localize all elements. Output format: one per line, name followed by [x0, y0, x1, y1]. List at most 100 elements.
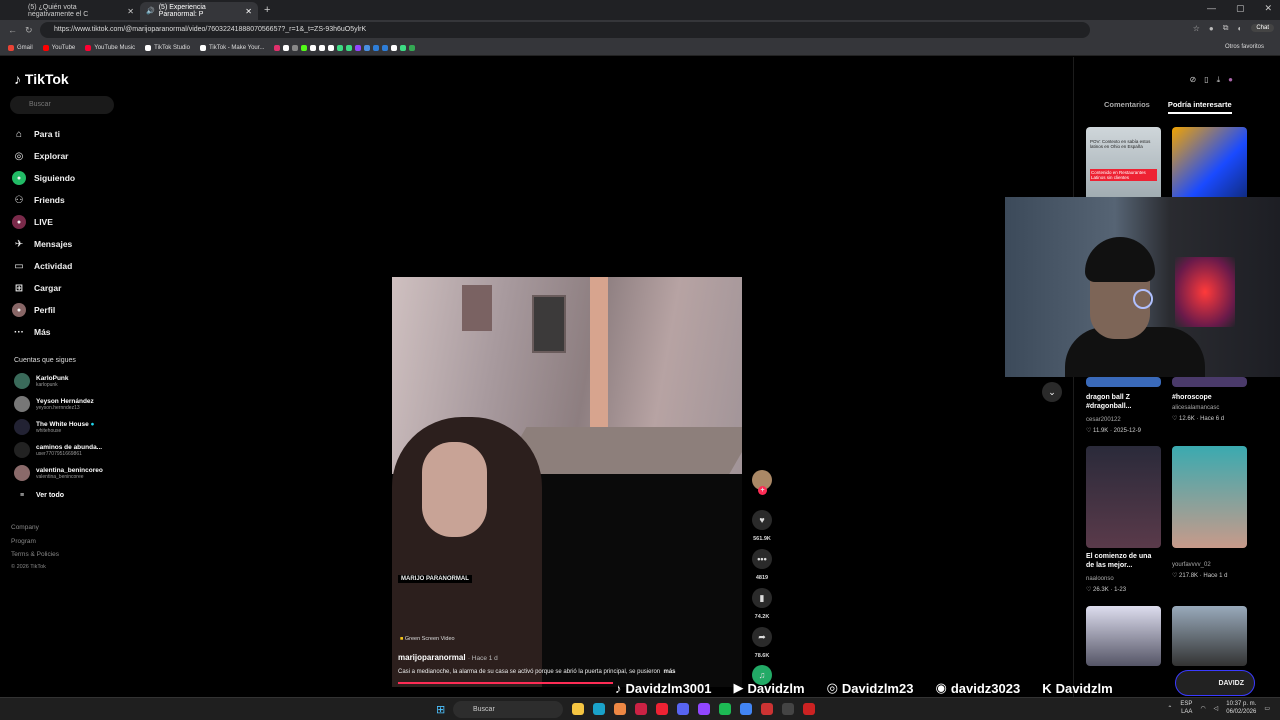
share-button[interactable]: ➦ 78.6K [749, 627, 775, 659]
recommended-thumbnail[interactable] [1172, 377, 1247, 387]
chevron-up-icon[interactable]: ⌃ [1167, 705, 1172, 712]
following-account[interactable]: KarloPunk karlopunk [14, 373, 69, 389]
social-tiktok: ♪ Davidzlm3001 [615, 680, 712, 696]
nav-mensajes[interactable]: ✈ Mensajes [12, 237, 72, 251]
card-user[interactable]: cesar200122 [1086, 417, 1121, 423]
video-progress-bar[interactable] [398, 682, 613, 684]
app-icon[interactable] [614, 703, 626, 715]
like-button[interactable]: ♥ 561.9K [749, 510, 775, 542]
tab-comentarios[interactable]: Comentarios [1104, 100, 1150, 114]
footer-terms[interactable]: Terms & Policies [11, 551, 59, 558]
nav-para-ti[interactable]: ⌂ Para ti [12, 127, 60, 141]
bookmark-tiktok[interactable]: TikTok - Make Your... [199, 44, 264, 51]
windows-start-icon[interactable]: ⊞ [436, 703, 445, 716]
wifi-icon[interactable]: ◠ [1200, 705, 1205, 712]
profile-icon[interactable]: ◐ [1237, 24, 1242, 33]
reload-icon[interactable]: ↻ [25, 25, 33, 36]
footer-company[interactable]: Company [11, 524, 39, 531]
avatar[interactable]: ● [1228, 75, 1233, 85]
app-icon[interactable] [761, 703, 773, 715]
app-icon[interactable] [635, 703, 647, 715]
compass-icon: ◎ [14, 150, 24, 162]
tiktok-app-icon[interactable] [656, 703, 668, 715]
follow-plus-icon[interactable]: + [758, 486, 767, 495]
footer-program[interactable]: Program [11, 538, 36, 545]
phone-icon[interactable]: ▯ [1204, 75, 1208, 85]
app-icon[interactable] [782, 703, 794, 715]
star-icon[interactable]: ☆ [1193, 24, 1200, 33]
recommended-thumbnail[interactable] [1172, 446, 1247, 548]
recommended-thumbnail[interactable] [1086, 606, 1161, 666]
card-user[interactable]: yourfavvvv_02 [1172, 562, 1211, 568]
following-account[interactable]: valentina_benincoreo valentina_benincoree [14, 465, 103, 481]
browser-tab[interactable]: (5) ¿Quién vota negativamente el C ✕ [22, 2, 140, 20]
volume-icon[interactable]: ◁ [1214, 705, 1219, 712]
url-input[interactable]: https://www.tiktok.com/@marijoparanormal… [40, 22, 1090, 38]
chrome-icon[interactable] [740, 703, 752, 715]
nav-friends[interactable]: ⚇ Friends [12, 193, 65, 207]
close-icon[interactable]: ✕ [127, 7, 134, 16]
bookmark-youtube[interactable]: YouTube [42, 44, 75, 51]
following-account[interactable]: caminos de abunda... user7707951669861 [14, 442, 102, 458]
extension-icon[interactable]: ● [1209, 24, 1214, 33]
bookmark-icons[interactable] [274, 44, 416, 51]
nav-actividad[interactable]: ▭ Actividad [12, 259, 72, 273]
author-avatar[interactable]: + [749, 470, 775, 496]
puzzle-icon[interactable]: ⧉ [1223, 23, 1229, 33]
nav-perfil[interactable]: ● Perfil [12, 303, 55, 317]
embed-icon[interactable]: ⊘ [1190, 75, 1197, 85]
video-author[interactable]: marijoparanormal · Hace 1 d [398, 653, 498, 662]
card-title[interactable]: dragon ball Z #dragonball... [1086, 393, 1161, 411]
bookmark-youtube-music[interactable]: YouTube Music [85, 44, 135, 51]
tiktok-logo[interactable]: ♪ TikTok [14, 71, 69, 87]
file-explorer-icon[interactable] [572, 703, 584, 715]
save-button[interactable]: ▮ 74.2K [749, 588, 775, 620]
nav-mas[interactable]: ··· Más [12, 325, 51, 339]
video-picture [462, 285, 492, 331]
card-title[interactable]: El comienzo de una de las mejor... [1086, 552, 1161, 570]
search-input[interactable]: Buscar [10, 96, 114, 114]
see-all-link[interactable]: ≡ Ver todo [14, 492, 64, 499]
recommended-thumbnail[interactable] [1172, 606, 1247, 666]
close-icon[interactable]: ✕ [245, 7, 252, 16]
notification-icon[interactable]: ▭ [1264, 705, 1270, 712]
chevron-down-icon[interactable]: ⌄ [1042, 382, 1062, 402]
tab-podria-interesarte[interactable]: Podría interesarte [1167, 100, 1232, 114]
language-indicator[interactable]: ESP LAA [1180, 700, 1192, 716]
recommended-thumbnail[interactable] [1086, 446, 1161, 548]
new-tab-icon[interactable]: + [264, 4, 270, 16]
close-window-icon[interactable]: ✕ [1264, 3, 1272, 14]
card-title[interactable]: #horoscope [1172, 393, 1247, 402]
card-user[interactable]: naaloonso [1086, 576, 1114, 582]
app-icon[interactable] [698, 703, 710, 715]
bookmark-gmail[interactable]: Gmail [8, 44, 33, 51]
nav-siguiendo[interactable]: ● Siguiendo [12, 171, 75, 185]
share-icon: ➦ [752, 627, 772, 647]
taskbar-search[interactable]: Buscar [453, 701, 563, 718]
edge-icon[interactable] [593, 703, 605, 715]
card-user[interactable]: alicesalamancasc [1172, 405, 1219, 411]
clock[interactable]: 10:37 p. m. 06/02/2026 [1226, 700, 1256, 716]
following-account[interactable]: Yeyson Hernández yeyson.hernndez13 [14, 396, 94, 412]
nav-cargar[interactable]: ⊞ Cargar [12, 281, 62, 295]
download-icon[interactable]: ⤓ [1217, 75, 1221, 85]
avatar [14, 396, 30, 412]
spotify-icon[interactable] [719, 703, 731, 715]
green-screen-label[interactable]: ■ Green Screen Video [400, 636, 455, 642]
back-icon[interactable]: ← [8, 25, 17, 35]
following-account[interactable]: The White House ● whitehouse [14, 419, 94, 435]
recommended-thumbnail[interactable] [1086, 377, 1161, 387]
comment-button[interactable]: ••• 4819 [749, 549, 775, 581]
app-icon[interactable] [803, 703, 815, 715]
other-bookmarks[interactable]: Otros favoritos [1225, 44, 1264, 50]
browser-tab-active[interactable]: 🔊 (5) Experiencia Paranormal: P ✕ [140, 2, 258, 20]
maximize-icon[interactable]: ▢ [1236, 3, 1245, 14]
app-icon[interactable] [677, 703, 689, 715]
more-link[interactable]: más [664, 669, 676, 675]
video-player[interactable]: MARIJO PARANORMAL ■ Green Screen Video m… [392, 277, 742, 687]
nav-live[interactable]: ● LIVE [12, 215, 53, 229]
chat-button[interactable]: Chat [1251, 24, 1274, 32]
minimize-icon[interactable]: — [1207, 3, 1216, 14]
bookmark-tiktok-studio[interactable]: TikTok Studio [145, 44, 190, 51]
nav-explorar[interactable]: ◎ Explorar [12, 149, 69, 163]
